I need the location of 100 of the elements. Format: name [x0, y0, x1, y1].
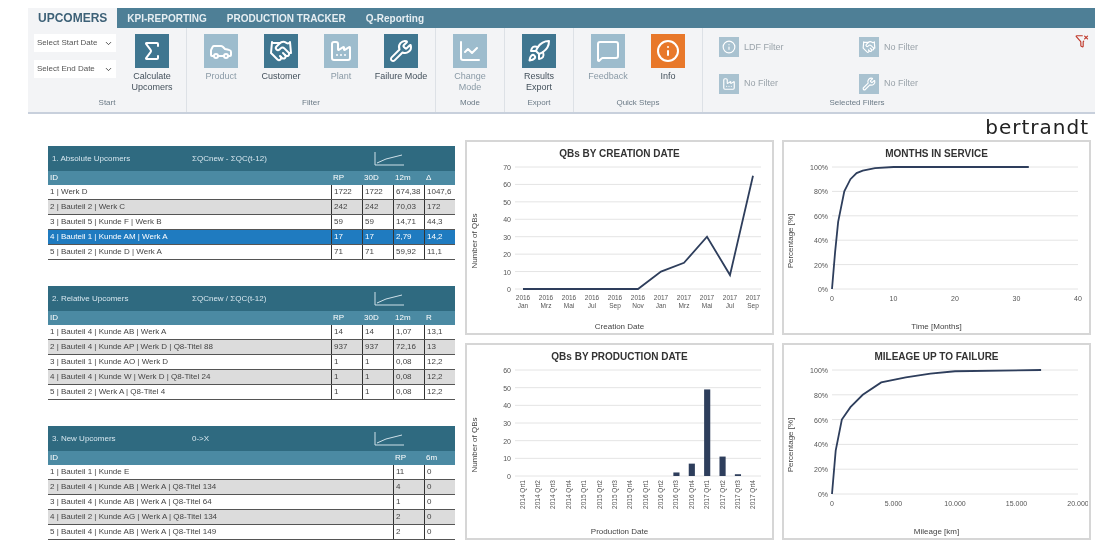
- ribbon-tab[interactable]: PRODUCTION TRACKER: [216, 8, 356, 28]
- ribbon-button[interactable]: Info: [640, 34, 696, 82]
- table-cell: 1: [362, 385, 393, 399]
- info-icon: [651, 34, 685, 68]
- table-cell: 72,16: [393, 340, 424, 354]
- table-row[interactable]: 3 | Bauteil 1 | Kunde AO | Werk D 1 1 0,08 12,2: [48, 355, 455, 370]
- table-cell: 242: [362, 200, 393, 214]
- table-cell: 4: [393, 480, 424, 494]
- column-header: ID: [49, 312, 59, 324]
- logo: bertrandt: [985, 114, 1089, 141]
- table-cell: 0: [424, 510, 455, 524]
- ribbon-tab[interactable]: KPI-REPORTING: [117, 8, 217, 28]
- column-header: 12m: [394, 312, 412, 324]
- x-axis-label: Production Date: [590, 526, 649, 538]
- ribbon-button[interactable]: Results Export: [511, 34, 567, 93]
- info-icon: [719, 37, 739, 58]
- chat-icon: [591, 34, 625, 68]
- table-row[interactable]: 5 | Bauteil 4 | Kunde AB | Werk A | Q8-Titel 149 2 0: [48, 525, 455, 540]
- column-header: 30D: [363, 172, 380, 184]
- table-cell: 1: [362, 370, 393, 384]
- table-row[interactable]: 2 | Bauteil 4 | Kunde AP | Werk D | Q8-Titel 88 937 937 72,16 13: [48, 340, 455, 355]
- table-row[interactable]: 1 | Bauteil 4 | Kunde AB | Werk A 14 14 1,07 13,1: [48, 325, 455, 340]
- table-row[interactable]: 3 | Bauteil 4 | Kunde AB | Werk A | Q8-Titel 64 1 0: [48, 495, 455, 510]
- column-header: ID: [49, 452, 59, 464]
- table-cell: 71: [362, 245, 393, 259]
- table-cell: 172: [424, 200, 455, 214]
- table-cell: 12,2: [424, 385, 455, 399]
- column-header: R: [425, 312, 433, 324]
- trend-icon: [372, 149, 406, 168]
- table-cell-text: 5 | Bauteil 2 | Kunde D | Werk A: [49, 246, 163, 258]
- table-row[interactable]: 1 | Werk D 1722 1722 674,38 1047,6: [48, 185, 455, 200]
- table-cell-text: 5 | Bauteil 4 | Kunde AB | Werk A | Q8-Titel 149: [49, 526, 218, 538]
- ribbon-button[interactable]: Failure Mode: [373, 34, 429, 82]
- table-row[interactable]: 4 | Bauteil 2 | Kunde AG | Werk A | Q8-Titel 134 2 0: [48, 510, 455, 525]
- handshake-icon: [859, 37, 879, 58]
- table-cell: 70,03: [393, 200, 424, 214]
- table-cell-text: 4 | Bauteil 2 | Kunde AG | Werk A | Q8-Titel 134: [49, 511, 219, 523]
- car-icon: [204, 34, 238, 68]
- table-row[interactable]: 2 | Bauteil 4 | Kunde AB | Werk A | Q8-Titel 134 4 0: [48, 480, 455, 495]
- wrench-icon: [859, 73, 879, 94]
- table-cell: 1: [393, 495, 424, 509]
- table-row[interactable]: 4 | Bauteil 4 | Kunde W | Werk D | Q8-Titel 24 1 1 0,08 12,2: [48, 370, 455, 385]
- table-cell: 0: [424, 525, 455, 539]
- ribbon-button[interactable]: Customer: [253, 34, 309, 82]
- y-axis-label: Number of QBs: [468, 213, 480, 269]
- column-header: RP: [394, 452, 408, 464]
- table-cell-text: 2 | Bauteil 4 | Kunde AP | Werk D | Q8-Titel 88: [49, 341, 214, 353]
- table-row[interactable]: 2 | Bauteil 2 | Werk C 242 242 70,03 172: [48, 200, 455, 215]
- group-label: Selected Filters: [828, 97, 886, 109]
- table-cell-text: 1 | Bauteil 1 | Kunde E: [49, 466, 131, 478]
- table-cell-text: 4 | Bauteil 1 | Kunde AM | Werk A: [49, 231, 169, 243]
- table-cell: 14,2: [424, 230, 455, 244]
- column-header: ID: [49, 172, 59, 184]
- ribbon-tab[interactable]: UPCOMERS: [28, 8, 118, 28]
- table-cell: 0: [424, 465, 455, 479]
- wrench-icon: [384, 34, 418, 68]
- table-cell: 12,2: [424, 370, 455, 384]
- chart-title: MILEAGE UP TO FAILURE: [874, 350, 999, 364]
- x-axis-label: Mileage [km]: [913, 526, 960, 538]
- table-row[interactable]: 1 | Bauteil 1 | Kunde E 11 0: [48, 465, 455, 480]
- table-cell: 0,08: [393, 370, 424, 384]
- column-header: RP: [332, 172, 346, 184]
- column-header: 6m: [425, 452, 439, 464]
- ribbon-button[interactable]: Calculate Upcomers: [124, 34, 180, 93]
- chart-title: MONTHS IN SERVICE: [885, 147, 988, 161]
- clear-filter-icon[interactable]: [1075, 34, 1089, 48]
- ribbon-tab[interactable]: Q-Reporting: [355, 8, 434, 28]
- column-header: Δ: [425, 172, 433, 184]
- y-axis-label: Percentage [%]: [785, 417, 797, 473]
- table-cell: 1,07: [393, 325, 424, 339]
- table-cell-text: 2 | Bauteil 4 | Kunde AB | Werk A | Q8-Titel 134: [49, 481, 218, 493]
- table-cell: 14: [362, 325, 393, 339]
- table-cell: 2,79: [393, 230, 424, 244]
- filter-value: No Filter: [884, 40, 918, 54]
- factory-icon: [324, 34, 358, 68]
- table-row[interactable]: 3 | Bauteil 5 | Kunde F | Werk B 59 59 14,71 44,3: [48, 215, 455, 230]
- chart-title: QBs BY PRODUCTION DATE: [551, 350, 688, 364]
- group-label: Start: [97, 97, 117, 109]
- table-cell: 17: [362, 230, 393, 244]
- table-row[interactable]: 5 | Bauteil 2 | Werk A | Q8-Titel 4 1 1 0,08 12,2: [48, 385, 455, 400]
- table-title: 3. New Upcomers: [52, 432, 117, 445]
- table-row[interactable]: 5 | Bauteil 2 | Kunde D | Werk A 71 71 59,92 11,1: [48, 245, 455, 260]
- group-label: Mode: [459, 97, 481, 109]
- table-cell-text: 1 | Werk D: [49, 186, 89, 198]
- date-dropdown[interactable]: Select End Date: [34, 60, 116, 78]
- table-formula: ΣQCnew - ΣQC(t-12): [192, 152, 268, 165]
- table-cell: 59: [362, 215, 393, 229]
- table-cell: 0: [424, 480, 455, 494]
- table-cell: 14,71: [393, 215, 424, 229]
- table-cell-text: 3 | Bauteil 5 | Kunde F | Werk B: [49, 216, 163, 228]
- table-cell: 0,08: [393, 385, 424, 399]
- table-cell: 0: [424, 495, 455, 509]
- y-axis-label: Number of QBs: [468, 417, 480, 473]
- table-row[interactable]: 4 | Bauteil 1 | Kunde AM | Werk A 17 17 2,79 14,2: [48, 230, 455, 245]
- handshake-icon: [264, 34, 298, 68]
- group-label: Quick Steps: [615, 97, 661, 109]
- date-dropdown[interactable]: Select Start Date: [34, 34, 116, 52]
- table-cell: 1047,6: [424, 185, 455, 199]
- chart-title: QBs BY CREATION DATE: [559, 147, 680, 161]
- column-header: 30D: [363, 312, 380, 324]
